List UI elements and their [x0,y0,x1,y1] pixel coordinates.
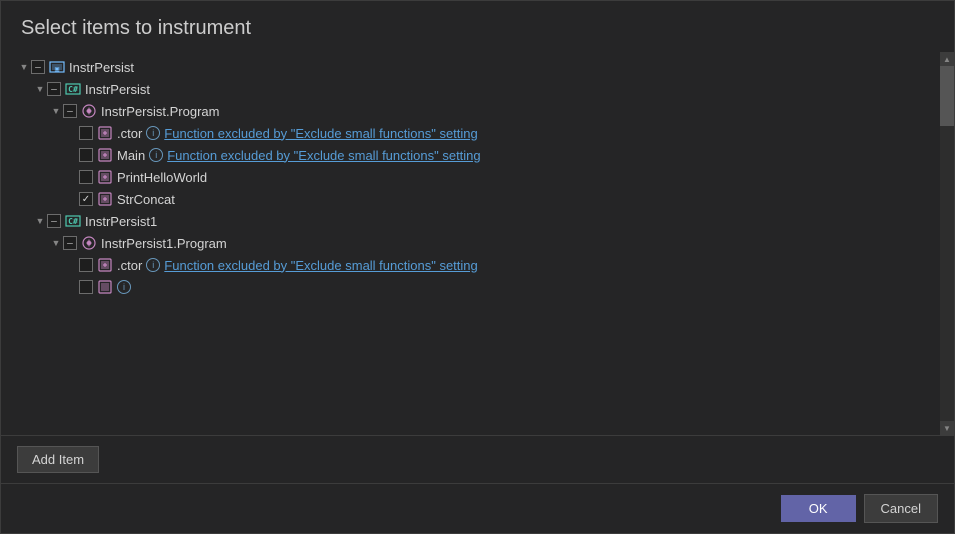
excluded-link-ctor[interactable]: Function excluded by "Exclude small func… [164,126,477,141]
info-icon: i [146,126,160,140]
cancel-button[interactable]: Cancel [864,494,938,523]
scrollbar-up-btn[interactable]: ▲ [940,52,954,66]
checkbox-printhelloworld[interactable] [79,170,93,184]
checkbox-instrpersist1-program[interactable] [63,236,77,250]
info-icon: i [146,258,160,272]
info-icon: i [117,280,131,294]
method-icon [97,125,113,141]
tree-row: ▼ C# InstrPersist1 [1,210,940,232]
tree-row: PrintHelloWorld [1,166,940,188]
namespace-icon [81,103,97,119]
checkbox-strconcat[interactable]: ✓ [79,192,93,206]
scrollbar-track[interactable]: ▲ ▼ [940,52,954,435]
class-icon: C# [65,81,81,97]
tree-row: ▼ InstrPersist.Program [1,100,940,122]
scrollbar-thumb-area [940,66,954,421]
svg-text:C#: C# [68,217,78,226]
node-label-instrpersist1-ctor: .ctor [117,258,142,273]
title-bar: Select items to instrument [1,1,954,52]
node-label-printhelloworld: PrintHelloWorld [117,170,207,185]
svg-text:C#: C# [68,85,78,94]
tree-row: ✓ StrConcat [1,188,940,210]
tree-row: ▼ ▣ InstrPersist [1,56,940,78]
node-label-instrpersist: InstrPersist [69,60,134,75]
node-label-strconcat: StrConcat [117,192,175,207]
checkbox-instrpersist-ns[interactable] [47,82,61,96]
method-icon [97,257,113,273]
ok-button[interactable]: OK [781,495,856,522]
dialog: Select items to instrument ▼ ▣ InstrPers… [0,0,955,534]
node-label-instrpersist-ns: InstrPersist [85,82,150,97]
method-icon [97,147,113,163]
excluded-link-instrpersist1-ctor[interactable]: Function excluded by "Exclude small func… [164,258,477,273]
tree-row: ▼ InstrPersist1.Program [1,232,940,254]
node-label-main: Main [117,148,145,163]
tree-row: i [1,276,940,298]
node-label-instrpersist-program: InstrPersist.Program [101,104,219,119]
class-icon: C# [65,213,81,229]
checkbox-instrpersist1-more[interactable] [79,280,93,294]
checkbox-instrpersist[interactable] [31,60,45,74]
expander-instrpersist-ns[interactable]: ▼ [33,82,47,96]
checkbox-instrpersist1[interactable] [47,214,61,228]
namespace-icon [81,235,97,251]
tree-area: ▼ ▣ InstrPersist ▼ [1,52,954,435]
tree-row: .ctor i Function excluded by "Exclude sm… [1,254,940,276]
checkbox-main[interactable] [79,148,93,162]
footer-bar: OK Cancel [1,483,954,533]
node-label-ctor: .ctor [117,126,142,141]
checkbox-instrpersist-program[interactable] [63,104,77,118]
tree-row: Main i Function excluded by "Exclude sma… [1,144,940,166]
node-label-instrpersist1-program: InstrPersist1.Program [101,236,227,251]
info-icon: i [149,148,163,162]
tree-row: .ctor i Function excluded by "Exclude sm… [1,122,940,144]
method-icon [97,279,113,295]
svg-text:▣: ▣ [55,65,59,73]
expander-instrpersist[interactable]: ▼ [17,60,31,74]
excluded-link-main[interactable]: Function excluded by "Exclude small func… [167,148,480,163]
checkbox-ctor[interactable] [79,126,93,140]
scrollbar-down-btn[interactable]: ▼ [940,421,954,435]
scrollbar-thumb[interactable] [940,66,954,126]
expander-instrpersist1-program[interactable]: ▼ [49,236,63,250]
tree-row: ▼ C# InstrPersist [1,78,940,100]
method-icon [97,191,113,207]
checkbox-instrpersist1-ctor[interactable] [79,258,93,272]
bottom-bar: Add Item [1,435,954,483]
dialog-title: Select items to instrument [21,17,934,40]
method-icon [97,169,113,185]
expander-instrpersist1[interactable]: ▼ [33,214,47,228]
assembly-icon: ▣ [49,59,65,75]
tree-scroll[interactable]: ▼ ▣ InstrPersist ▼ [1,52,940,435]
node-label-instrpersist1: InstrPersist1 [85,214,157,229]
expander-instrpersist-program[interactable]: ▼ [49,104,63,118]
add-item-button[interactable]: Add Item [17,446,99,473]
